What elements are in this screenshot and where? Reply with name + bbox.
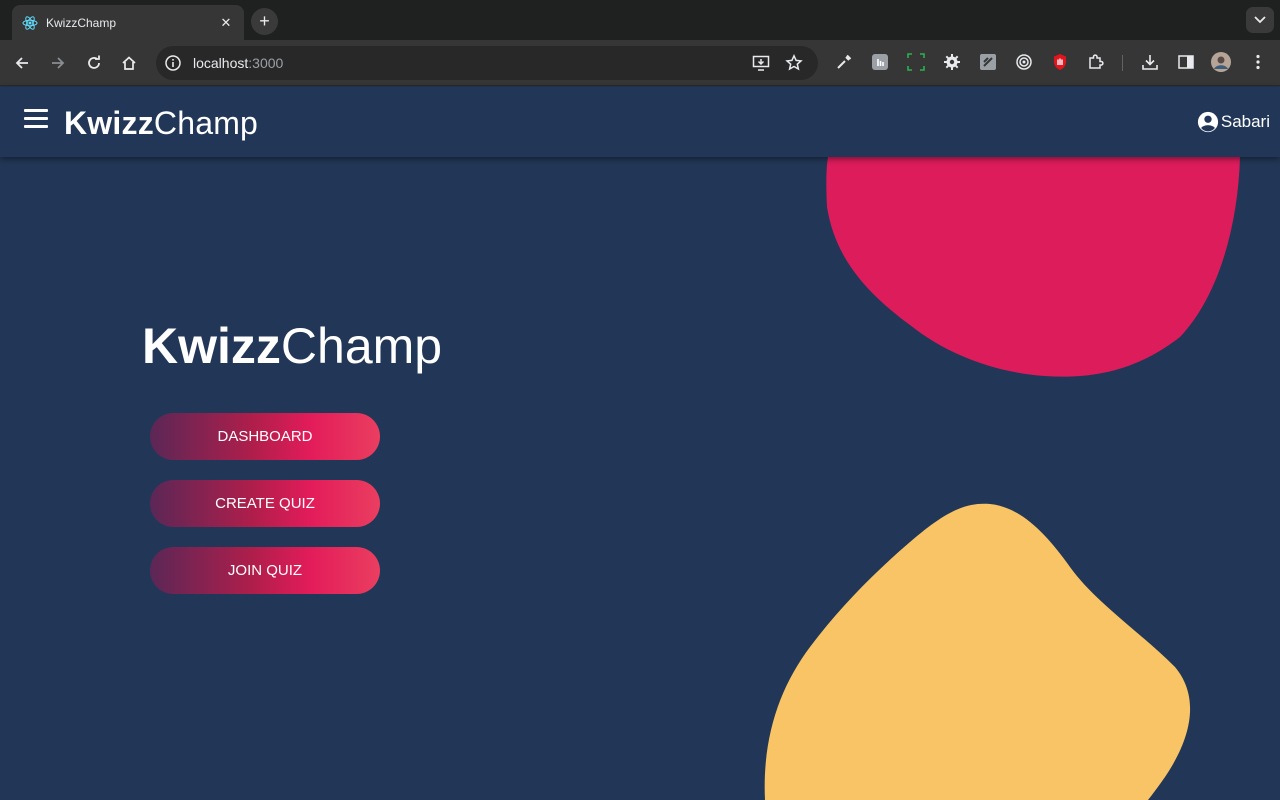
screenshot-extension-icon[interactable] [906, 52, 926, 72]
app-header: KwizzChamp Sabari [0, 87, 1280, 157]
browser-menu-icon[interactable] [1248, 52, 1268, 72]
react-favicon-icon [22, 15, 38, 31]
yellow-blob [764, 503, 1191, 800]
profile-avatar[interactable] [1211, 52, 1231, 72]
join-quiz-button[interactable]: JOIN QUIZ [150, 547, 380, 594]
eyedropper-extension-icon[interactable] [834, 52, 854, 72]
hand-blocker-extension-icon[interactable] [1050, 52, 1070, 72]
hero-logo-bold: Kwizz [142, 318, 281, 374]
url-host: localhost [193, 55, 249, 71]
gear-extension-icon[interactable] [942, 52, 962, 72]
browser-toolbar: localhost:3000 [0, 40, 1280, 86]
tab-search-chevron-icon[interactable] [1246, 7, 1274, 33]
user-name: Sabari [1220, 112, 1270, 131]
header-logo-light: Champ [153, 105, 259, 141]
header-logo[interactable]: KwizzChamp [64, 104, 258, 142]
site-info-icon[interactable] [164, 54, 182, 72]
hero-logo: KwizzChamp [142, 318, 442, 374]
extensions-puzzle-icon[interactable] [1086, 52, 1106, 72]
create-quiz-button[interactable]: CREATE QUIZ [150, 480, 380, 527]
header-logo-bold: Kwizz [64, 105, 154, 141]
download-icon[interactable] [1140, 52, 1160, 72]
browser-tabstrip: KwizzChamp ✕ + [0, 0, 1280, 40]
hamburger-menu-icon[interactable] [24, 109, 50, 131]
install-app-icon[interactable] [751, 53, 771, 73]
dashboard-button[interactable]: DASHBOARD [150, 413, 380, 460]
back-arrow-icon[interactable] [10, 51, 34, 75]
address-bar[interactable]: localhost:3000 [156, 46, 818, 80]
pink-blob [826, 157, 1240, 377]
hero-logo-light: Champ [280, 318, 443, 374]
new-tab-button[interactable]: + [251, 8, 278, 35]
main-content: KwizzChamp DASHBOARD CREATE QUIZ JOIN QU… [0, 157, 1280, 800]
slash-extension-icon[interactable] [978, 52, 998, 72]
user-profile[interactable]: Sabari [1197, 111, 1270, 133]
decorative-blobs [764, 157, 1240, 800]
touch-extension-icon[interactable] [870, 52, 890, 72]
tab-title: KwizzChamp [46, 15, 117, 30]
tab-close-icon[interactable]: ✕ [218, 15, 234, 31]
url-port: :3000 [248, 55, 284, 71]
home-icon[interactable] [117, 51, 141, 75]
account-circle-icon [1197, 111, 1218, 133]
forward-arrow-icon[interactable] [46, 51, 70, 75]
url-text[interactable]: localhost:3000 [193, 55, 283, 71]
browser-tab[interactable]: KwizzChamp ✕ [12, 5, 244, 40]
target-extension-icon[interactable] [1014, 52, 1034, 72]
bookmark-star-icon[interactable] [784, 53, 804, 73]
toolbar-separator [1122, 55, 1123, 71]
reload-icon[interactable] [82, 51, 106, 75]
side-panel-icon[interactable] [1176, 52, 1196, 72]
